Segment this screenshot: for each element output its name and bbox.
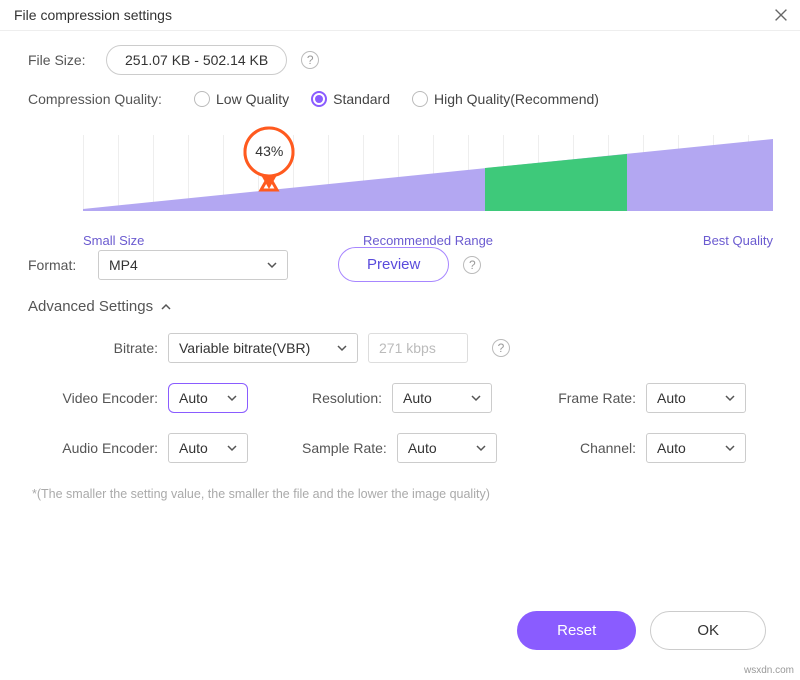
preview-button[interactable]: Preview xyxy=(338,247,449,282)
file-size-label: File Size: xyxy=(28,52,98,68)
close-icon[interactable] xyxy=(772,6,790,24)
frame-rate-value: Auto xyxy=(657,390,686,406)
channel-value: Auto xyxy=(657,440,686,456)
sample-rate-label: Sample Rate: xyxy=(302,440,387,456)
sample-rate-value: Auto xyxy=(408,440,437,456)
chevron-down-icon xyxy=(476,440,486,456)
frame-rate-select[interactable]: Auto xyxy=(646,383,746,413)
slider-best-label: Best Quality xyxy=(703,233,773,248)
ok-button[interactable]: OK xyxy=(650,611,766,650)
bitrate-input: 271 kbps xyxy=(368,333,468,363)
bitrate-select[interactable]: Variable bitrate(VBR) xyxy=(168,333,358,363)
chevron-down-icon xyxy=(267,257,277,273)
quality-standard-label: Standard xyxy=(333,91,390,107)
slider-small-label: Small Size xyxy=(83,233,144,248)
video-encoder-value: Auto xyxy=(179,390,208,406)
video-encoder-select[interactable]: Auto xyxy=(168,383,248,413)
quality-high-radio[interactable]: High Quality(Recommend) xyxy=(412,91,599,107)
video-encoder-label: Video Encoder: xyxy=(58,390,158,406)
chevron-down-icon xyxy=(725,440,735,456)
sample-rate-select[interactable]: Auto xyxy=(397,433,497,463)
audio-encoder-select[interactable]: Auto xyxy=(168,433,248,463)
channel-label: Channel: xyxy=(546,440,636,456)
compression-slider[interactable]: 43% Small Size Recommended Range Best Qu… xyxy=(83,123,773,233)
slider-recommended-label: Recommended Range xyxy=(363,233,493,248)
dialog-title: File compression settings xyxy=(14,7,172,23)
quality-high-label: High Quality(Recommend) xyxy=(434,91,599,107)
help-icon[interactable] xyxy=(301,51,319,69)
help-icon[interactable] xyxy=(492,339,510,357)
slider-percent: 43% xyxy=(255,143,283,159)
quality-label: Compression Quality: xyxy=(28,91,188,107)
slider-track xyxy=(83,135,773,211)
chevron-down-icon xyxy=(471,390,481,406)
chevron-down-icon xyxy=(227,390,237,406)
resolution-value: Auto xyxy=(403,390,432,406)
dialog-header: File compression settings xyxy=(0,0,800,31)
slider-marker[interactable]: 43% xyxy=(242,125,296,195)
format-label: Format: xyxy=(28,257,98,273)
format-value: MP4 xyxy=(109,257,138,273)
help-icon[interactable] xyxy=(463,256,481,274)
audio-encoder-value: Auto xyxy=(179,440,208,456)
quality-standard-radio[interactable]: Standard xyxy=(311,91,390,107)
resolution-label: Resolution: xyxy=(302,390,382,406)
quality-low-label: Low Quality xyxy=(216,91,289,107)
quality-low-radio[interactable]: Low Quality xyxy=(194,91,289,107)
reset-button[interactable]: Reset xyxy=(517,611,636,650)
chevron-down-icon xyxy=(337,340,347,356)
chevron-down-icon xyxy=(227,440,237,456)
channel-select[interactable]: Auto xyxy=(646,433,746,463)
footnote: *(The smaller the setting value, the sma… xyxy=(32,487,772,501)
format-select[interactable]: MP4 xyxy=(98,250,288,280)
advanced-label: Advanced Settings xyxy=(28,298,153,315)
bitrate-value: Variable bitrate(VBR) xyxy=(179,340,310,356)
advanced-toggle[interactable]: Advanced Settings xyxy=(28,298,772,315)
resolution-select[interactable]: Auto xyxy=(392,383,492,413)
chevron-up-icon xyxy=(161,302,171,312)
watermark: wsxdn.com xyxy=(744,665,794,676)
audio-encoder-label: Audio Encoder: xyxy=(58,440,158,456)
file-size-value[interactable]: 251.07 KB - 502.14 KB xyxy=(106,45,287,75)
bitrate-label: Bitrate: xyxy=(58,340,158,356)
chevron-down-icon xyxy=(725,390,735,406)
frame-rate-label: Frame Rate: xyxy=(546,390,636,406)
